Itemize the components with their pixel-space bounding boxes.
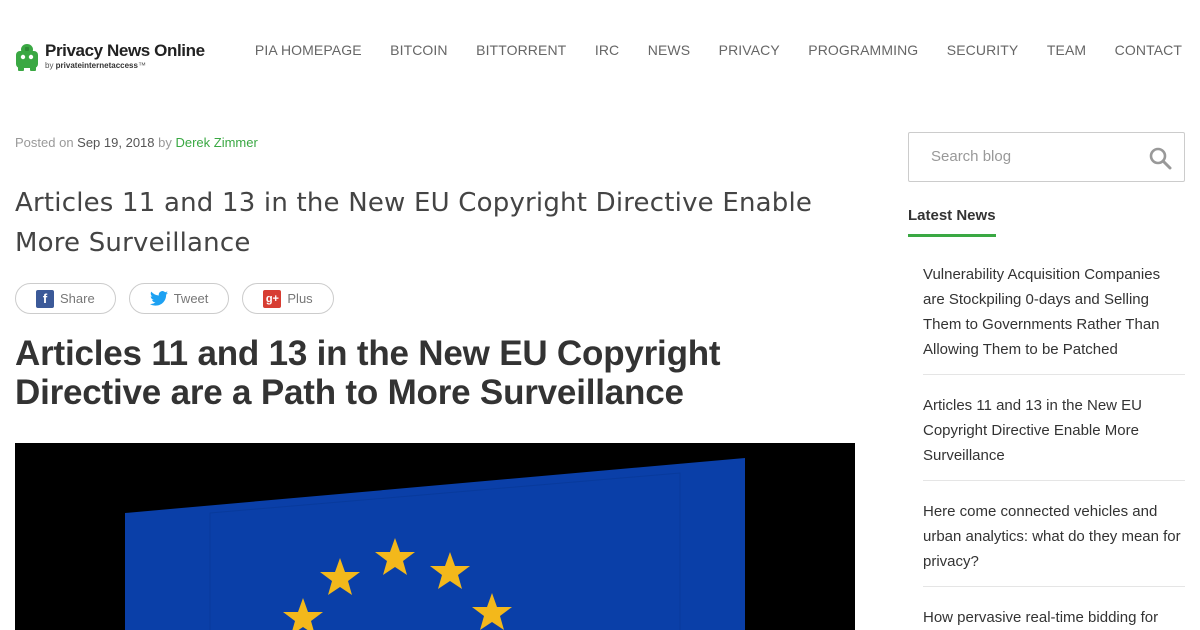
logo-title: Privacy News Online <box>45 41 205 60</box>
twitter-tweet-button[interactable]: Tweet <box>128 283 230 314</box>
latest-news-heading: Latest News <box>908 207 996 237</box>
post-title: Articles 11 and 13 in the New EU Copyrig… <box>15 188 813 258</box>
twitter-tweet-label: Tweet <box>173 291 209 306</box>
nav-irc[interactable]: IRC <box>595 42 619 58</box>
search-input[interactable] <box>931 148 1131 165</box>
logo-subtitle: by privateinternetaccess™ <box>45 61 146 70</box>
posted-on-label: Posted on <box>15 135 78 150</box>
list-item[interactable]: Articles 11 and 13 in the New EU Copyrig… <box>923 393 1185 481</box>
nav-programming[interactable]: PROGRAMMING <box>808 42 918 58</box>
facebook-share-label: Share <box>60 291 95 306</box>
main-nav: PIA HOMEPAGE BITCOIN BITTORRENT IRC NEWS… <box>255 42 1182 58</box>
nav-pia-homepage[interactable]: PIA HOMEPAGE <box>255 42 362 58</box>
eu-flag-hero-image <box>15 443 855 630</box>
list-item[interactable]: Here come connected vehicles and urban a… <box>923 499 1185 587</box>
post-author-link[interactable]: Derek Zimmer <box>175 135 257 150</box>
site-logo[interactable]: Privacy News Online by privateinternetac… <box>15 42 205 71</box>
google-plus-button[interactable]: g+ Plus <box>242 283 334 314</box>
robot-lock-logo-icon <box>15 42 39 71</box>
eu-flag <box>125 458 745 630</box>
latest-news-list: Vulnerability Acquisition Companies are … <box>923 262 1185 630</box>
twitter-icon <box>149 290 168 308</box>
nav-bittorrent[interactable]: BITTORRENT <box>476 42 566 58</box>
share-buttons: f Share Tweet g+ Plus <box>15 283 347 314</box>
google-plus-icon: g+ <box>263 289 282 308</box>
search-icon[interactable] <box>1148 146 1172 170</box>
post-date: Sep 19, 2018 <box>77 135 155 150</box>
search-box <box>908 132 1185 182</box>
by-label: by <box>154 135 176 150</box>
list-item[interactable]: Vulnerability Acquisition Companies are … <box>923 262 1185 375</box>
facebook-share-button[interactable]: f Share <box>15 283 116 314</box>
nav-news[interactable]: NEWS <box>648 42 690 58</box>
page: Privacy News Online by privateinternetac… <box>0 0 1200 630</box>
nav-security[interactable]: SECURITY <box>947 42 1019 58</box>
nav-contact[interactable]: CONTACT <box>1115 42 1182 58</box>
nav-team[interactable]: TEAM <box>1047 42 1086 58</box>
list-item[interactable]: How pervasive real-time bidding for <box>923 605 1185 630</box>
nav-privacy[interactable]: PRIVACY <box>719 42 780 58</box>
facebook-icon: f <box>36 289 54 308</box>
article-heading: Articles 11 and 13 in the New EU Copyrig… <box>15 334 721 412</box>
nav-bitcoin[interactable]: BITCOIN <box>390 42 447 58</box>
google-plus-label: Plus <box>287 291 313 306</box>
post-meta: Posted on Sep 19, 2018 by Derek Zimmer <box>15 135 258 150</box>
